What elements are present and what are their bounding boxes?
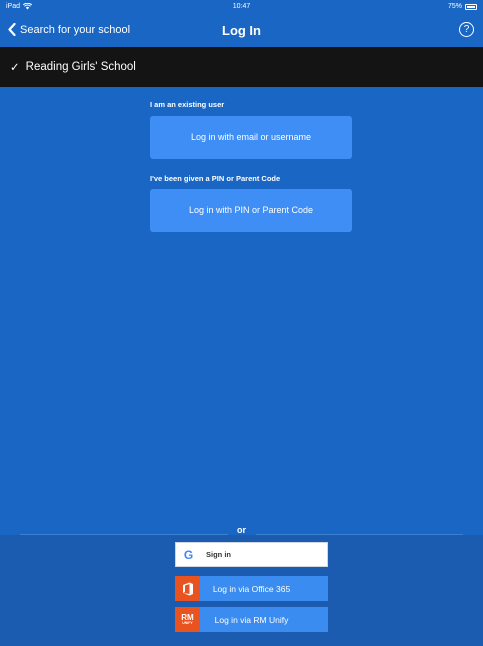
email-login-button[interactable]: Log in with email or username — [150, 116, 352, 159]
office-logo-icon — [182, 582, 193, 595]
rm-unify-icon-bottom: UNIFY — [182, 620, 193, 625]
existing-user-label: I am an existing user — [150, 100, 225, 109]
google-sign-in-label: Sign in — [206, 550, 231, 559]
google-sign-in-button[interactable]: G Sign in — [175, 542, 328, 567]
login-options-panel: I am an existing user Log in with email … — [0, 87, 483, 534]
rm-unify-login-label: Log in via RM Unify — [214, 614, 289, 625]
status-bar: iPad 10:47 75% — [0, 0, 483, 14]
or-separator: or — [237, 525, 246, 535]
office365-icon — [175, 576, 200, 601]
google-icon-letter: G — [183, 547, 194, 562]
status-right: 75% — [448, 3, 477, 10]
office365-login-button[interactable]: Log in via Office 365 — [175, 576, 328, 601]
back-button[interactable]: Search for your school — [8, 23, 130, 36]
checkmark-icon: ✓ — [10, 62, 20, 74]
rm-unify-login-button[interactable]: RM UNIFY Log in via RM Unify — [175, 607, 328, 632]
school-name: Reading Girls' School — [25, 61, 136, 73]
help-icon[interactable]: ? — [459, 22, 474, 37]
pin-user-label: I've been given a PIN or Parent Code — [150, 174, 281, 183]
pin-login-button[interactable]: Log in with PIN or Parent Code — [150, 189, 352, 232]
navigation-bar: Search for your school Log In ? — [0, 14, 483, 47]
selected-school-bar: ✓ Reading Girls' School — [0, 47, 483, 87]
office365-login-label: Log in via Office 365 — [212, 583, 291, 594]
chevron-left-icon — [8, 23, 16, 36]
status-time: 10:47 — [232, 3, 251, 10]
battery-percent: 75% — [447, 3, 462, 10]
back-button-label: Search for your school — [20, 23, 131, 36]
google-icon: G — [176, 542, 201, 567]
rm-unify-icon: RM UNIFY — [175, 607, 200, 632]
battery-fill — [467, 5, 475, 8]
battery-icon — [465, 3, 477, 10]
